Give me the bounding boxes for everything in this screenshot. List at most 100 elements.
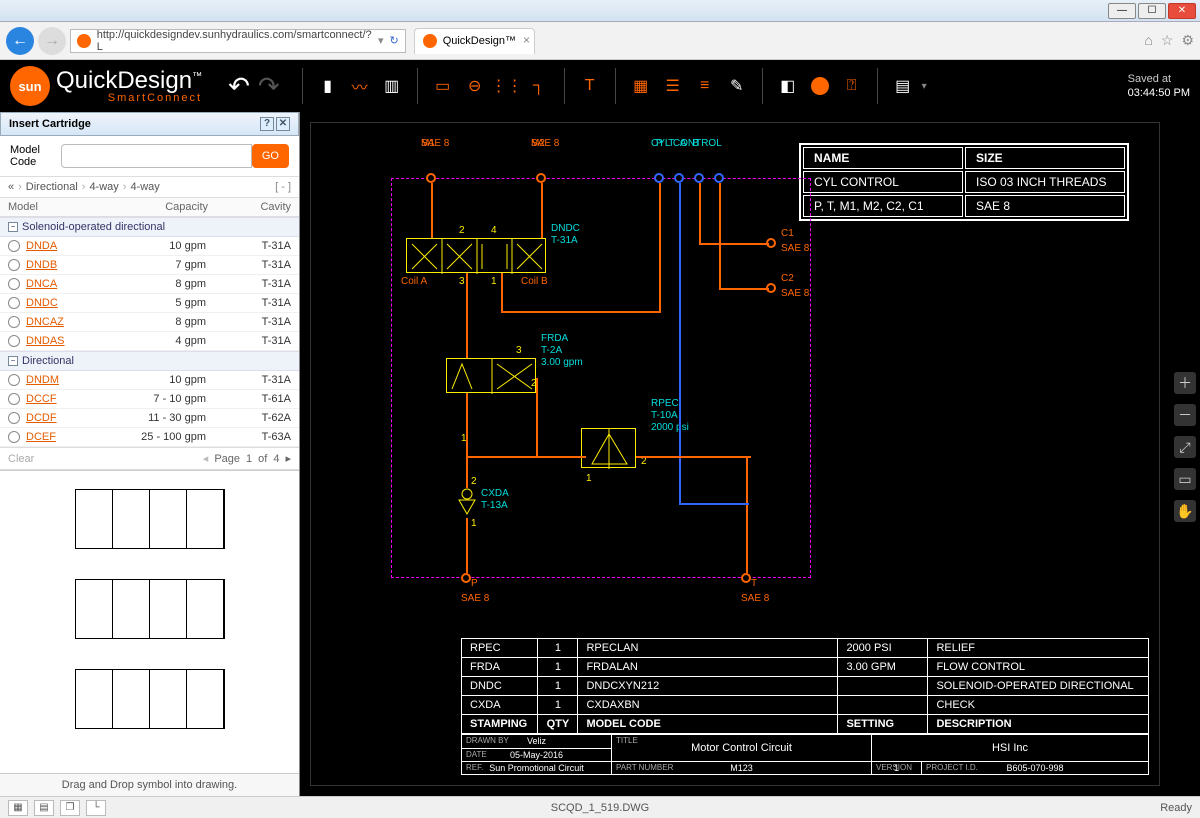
port-cyl-b[interactable] bbox=[714, 173, 724, 183]
valve-rpec[interactable] bbox=[581, 428, 636, 468]
home-icon[interactable]: ⌂ bbox=[1144, 32, 1152, 49]
window-close-button[interactable]: ✕ bbox=[1168, 3, 1196, 19]
cartridge-row[interactable]: DCEF25 - 100 gpmT-63A bbox=[0, 428, 299, 447]
radio-icon[interactable] bbox=[8, 259, 20, 271]
browser-forward-button[interactable]: → bbox=[38, 27, 66, 55]
group-header[interactable]: −Directional bbox=[0, 351, 299, 371]
model-link[interactable]: DCEF bbox=[26, 431, 126, 443]
tool-layout1-icon[interactable]: ▦ bbox=[628, 73, 654, 99]
cartridge-row[interactable]: DNDB7 gpmT-31A bbox=[0, 256, 299, 275]
cartridge-row[interactable]: DNDAS4 gpmT-31A bbox=[0, 332, 299, 351]
tool-manifold-icon[interactable]: ▥ bbox=[379, 73, 405, 99]
radio-icon[interactable] bbox=[8, 278, 20, 290]
port-cyl-t[interactable] bbox=[674, 173, 684, 183]
cartridge-row[interactable]: DNDM10 gpmT-31A bbox=[0, 371, 299, 390]
breadcrumb-item[interactable]: 4-way bbox=[89, 181, 118, 193]
tool-select-icon[interactable]: ▭ bbox=[430, 73, 456, 99]
valve-dndc[interactable] bbox=[406, 238, 546, 273]
url-bar[interactable]: http://quickdesigndev.sunhydraulics.com/… bbox=[70, 29, 406, 53]
breadcrumb-root[interactable]: « bbox=[8, 181, 14, 193]
tool-3d-icon[interactable]: ◧ bbox=[775, 73, 801, 99]
clear-button[interactable]: Clear bbox=[8, 453, 34, 465]
cartridge-row[interactable]: DNCA8 gpmT-31A bbox=[0, 275, 299, 294]
undo-button[interactable]: ↶ bbox=[228, 71, 250, 102]
breadcrumb-item[interactable]: Directional bbox=[26, 181, 78, 193]
zoom-window-icon[interactable]: ▭ bbox=[1174, 468, 1196, 490]
radio-icon[interactable] bbox=[8, 412, 20, 424]
port-p[interactable] bbox=[461, 573, 471, 583]
go-button[interactable]: GO bbox=[252, 144, 289, 168]
cartridge-row[interactable]: DNDC5 gpmT-31A bbox=[0, 294, 299, 313]
model-link[interactable]: DNDM bbox=[26, 374, 126, 386]
star-icon[interactable]: ☆ bbox=[1161, 32, 1174, 49]
browser-tab[interactable]: QuickDesign™ × bbox=[414, 28, 535, 54]
symbol-preview[interactable] bbox=[75, 489, 225, 549]
symbol-preview[interactable] bbox=[75, 579, 225, 639]
model-link[interactable]: DNCA bbox=[26, 278, 126, 290]
tool-net-icon[interactable]: ┐ bbox=[526, 73, 552, 99]
valve-cxda[interactable] bbox=[458, 486, 476, 519]
model-link[interactable]: DCDF bbox=[26, 412, 126, 424]
cartridge-row[interactable]: DNDA10 gpmT-31A bbox=[0, 237, 299, 256]
port-m1[interactable] bbox=[426, 173, 436, 183]
panel-close-icon[interactable]: ✕ bbox=[276, 117, 290, 131]
tool-doc-icon[interactable]: ▤ bbox=[890, 73, 916, 99]
breadcrumb-item[interactable]: 4-way bbox=[130, 181, 159, 193]
pager-first-icon[interactable]: ◂ bbox=[203, 452, 209, 465]
port-m2[interactable] bbox=[536, 173, 546, 183]
radio-icon[interactable] bbox=[8, 431, 20, 443]
tool-cartridge-icon[interactable]: ▮ bbox=[315, 73, 341, 99]
window-minimize-button[interactable]: — bbox=[1108, 3, 1136, 19]
collapse-toggle[interactable]: [ - ] bbox=[275, 181, 291, 193]
model-link[interactable]: DCCF bbox=[26, 393, 126, 405]
chevron-down-icon[interactable]: ▾ bbox=[922, 81, 927, 92]
pager-next-icon[interactable]: ▸ bbox=[285, 452, 291, 465]
status-copy-icon[interactable]: ❐ bbox=[60, 800, 80, 816]
tool-layout3-icon[interactable]: ≡ bbox=[692, 73, 718, 99]
model-link[interactable]: DNCAZ bbox=[26, 316, 126, 328]
panel-help-icon[interactable]: ? bbox=[260, 117, 274, 131]
window-maximize-button[interactable]: ☐ bbox=[1138, 3, 1166, 19]
status-grid-icon[interactable]: ▦ bbox=[8, 800, 28, 816]
model-link[interactable]: DNDA bbox=[26, 240, 126, 252]
status-angle-icon[interactable]: └ bbox=[86, 800, 106, 816]
schematic[interactable]: SAE 8 M1 SAE 8 M2 CYL CONTROL P T A B C1… bbox=[361, 138, 961, 588]
symbol-preview-area[interactable] bbox=[0, 470, 299, 773]
tool-group-icon[interactable]: ⋮⋮ bbox=[494, 73, 520, 99]
redo-button[interactable]: ↷ bbox=[258, 71, 280, 102]
tool-sun-icon[interactable] bbox=[807, 73, 833, 99]
gear-icon[interactable]: ⚙ bbox=[1181, 32, 1194, 49]
radio-icon[interactable] bbox=[8, 374, 20, 386]
symbol-preview[interactable] bbox=[75, 669, 225, 729]
tool-layout2-icon[interactable]: ☰ bbox=[660, 73, 686, 99]
url-refresh-icon[interactable]: ↻ bbox=[389, 34, 398, 47]
radio-icon[interactable] bbox=[8, 335, 20, 347]
model-code-input[interactable] bbox=[61, 144, 252, 168]
pan-icon[interactable]: ✋ bbox=[1174, 500, 1196, 522]
tool-valve-icon[interactable]: 〰 bbox=[347, 73, 373, 99]
group-header[interactable]: −Solenoid-operated directional bbox=[0, 217, 299, 237]
cartridge-row[interactable]: DCCF7 - 10 gpmT-61A bbox=[0, 390, 299, 409]
zoom-in-icon[interactable]: ＋ bbox=[1174, 372, 1196, 394]
radio-icon[interactable] bbox=[8, 240, 20, 252]
tool-help-icon[interactable]: ⍰ bbox=[839, 73, 865, 99]
drawing-canvas[interactable]: NAMESIZE CYL CONTROLISO 03 INCH THREADS … bbox=[310, 122, 1160, 786]
port-t[interactable] bbox=[741, 573, 751, 583]
radio-icon[interactable] bbox=[8, 393, 20, 405]
status-grid2-icon[interactable]: ▤ bbox=[34, 800, 54, 816]
browser-back-button[interactable]: ← bbox=[6, 27, 34, 55]
port-cyl-p[interactable] bbox=[654, 173, 664, 183]
cartridge-row[interactable]: DCDF11 - 30 gpmT-62A bbox=[0, 409, 299, 428]
url-dropdown-icon[interactable]: ▾ bbox=[378, 34, 384, 47]
tool-node-icon[interactable]: ⊖ bbox=[462, 73, 488, 99]
tab-close-icon[interactable]: × bbox=[523, 33, 530, 47]
valve-frda[interactable] bbox=[446, 358, 536, 393]
port-cyl-a[interactable] bbox=[694, 173, 704, 183]
radio-icon[interactable] bbox=[8, 297, 20, 309]
model-link[interactable]: DNDC bbox=[26, 297, 126, 309]
tool-edit-icon[interactable]: ✎ bbox=[724, 73, 750, 99]
cartridge-row[interactable]: DNCAZ8 gpmT-31A bbox=[0, 313, 299, 332]
radio-icon[interactable] bbox=[8, 316, 20, 328]
model-link[interactable]: DNDB bbox=[26, 259, 126, 271]
tool-text-icon[interactable]: T bbox=[577, 73, 603, 99]
